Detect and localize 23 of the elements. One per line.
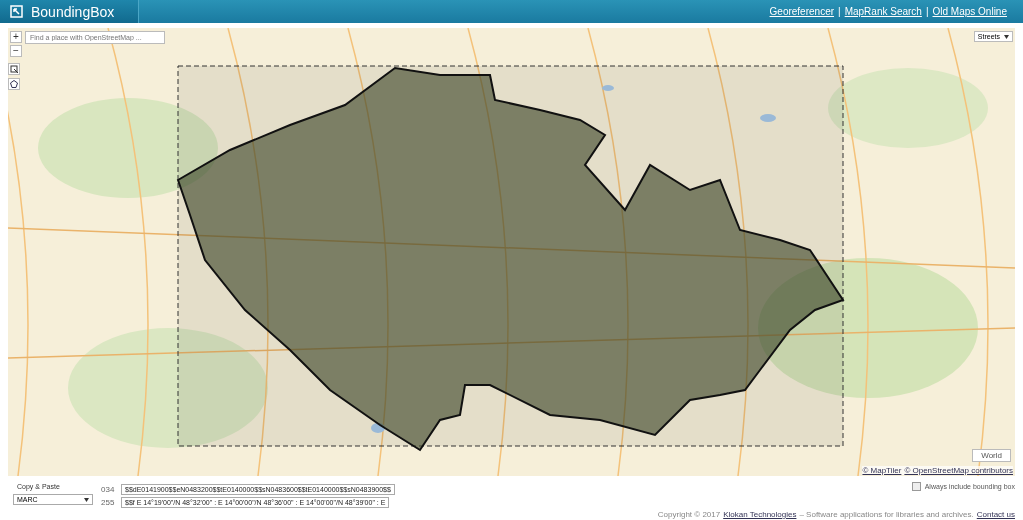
header-link[interactable]: Georeferencer: [769, 6, 835, 17]
checkbox[interactable]: [911, 482, 921, 491]
tagline-text: – Software applications for libraries and archives.: [799, 510, 974, 519]
caret-icon: [84, 497, 89, 502]
header-link[interactable]: MapRank Search: [844, 6, 922, 17]
attribution-link[interactable]: © MapTiler: [862, 466, 902, 475]
contact-link[interactable]: Contact us: [976, 510, 1015, 519]
world-button[interactable]: World: [972, 449, 1011, 462]
rectangle-tool-icon[interactable]: [8, 63, 20, 75]
field-label: 034: [101, 485, 116, 494]
field-label: 255: [101, 498, 116, 507]
attribution-link[interactable]: © OpenStreetMap contributors: [904, 466, 1013, 475]
zoom-in-button[interactable]: +: [10, 31, 22, 43]
zoom-out-button[interactable]: −: [10, 45, 22, 57]
copyright-text: Copyright © 2017: [657, 510, 721, 519]
link-separator: |: [838, 6, 841, 17]
polygon-tool-icon[interactable]: [8, 78, 20, 90]
header-link[interactable]: Old Maps Online: [932, 6, 1007, 17]
company-link[interactable]: Klokan Technologies: [723, 510, 797, 519]
caret-icon: [1004, 34, 1009, 39]
link-separator: |: [925, 6, 929, 17]
logo-icon: [10, 5, 23, 18]
app-title: BoundingBox: [31, 3, 115, 20]
